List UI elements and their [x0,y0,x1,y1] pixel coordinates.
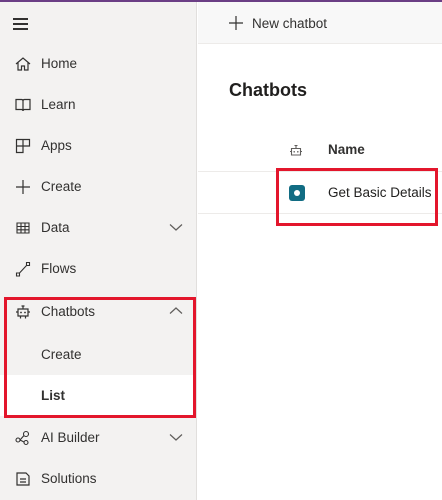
sidebar-item-home[interactable]: Home [0,43,196,84]
sidebar-item-label: Data [41,220,70,235]
flow-icon [15,261,31,277]
sidebar-item-learn[interactable]: Learn [0,84,196,125]
sidebar-item-label: Solutions [41,471,97,486]
solutions-icon [16,472,30,486]
plus-icon [16,180,30,194]
sidebar-item-create[interactable]: Create [0,166,196,207]
new-chatbot-label: New chatbot [252,15,328,31]
highlight-box-chatbot-row [276,168,438,226]
home-icon [15,57,31,71]
bot-icon [290,144,302,156]
sidebar-item-solutions[interactable]: Solutions [0,458,196,499]
page-title: Chatbots [229,80,307,100]
sidebar-item-flows[interactable]: Flows [0,248,196,289]
hamburger-menu-icon[interactable] [13,14,29,32]
chevron-down-icon[interactable] [169,432,183,442]
sidebar-item-label: Create [41,179,82,194]
sidebar-item-ai-builder[interactable]: AI Builder [0,417,196,458]
sidebar-item-label: AI Builder [41,430,100,445]
ai-builder-icon [15,430,30,446]
sidebar-item-apps[interactable]: Apps [0,125,196,166]
sidebar-item-label: Learn [41,97,76,112]
sidebar-item-label: Flows [41,261,77,276]
plus-icon [229,16,243,30]
highlight-box-chatbots-nav [4,297,196,418]
sidebar-item-data[interactable]: Data [0,207,196,248]
sidebar-item-label: Apps [41,138,72,153]
command-bar: New chatbot [198,2,442,44]
grid-header: Name [198,130,442,172]
sidebar: Home Learn Apps Create Data Flows Chatbo… [0,2,197,500]
new-chatbot-button[interactable]: New chatbot [228,13,327,33]
table-icon [16,222,30,234]
column-header-name[interactable]: Name [328,142,365,157]
sidebar-item-label: Home [41,56,78,71]
apps-icon [15,138,31,154]
book-icon [15,98,31,112]
chevron-down-icon[interactable] [169,222,183,232]
